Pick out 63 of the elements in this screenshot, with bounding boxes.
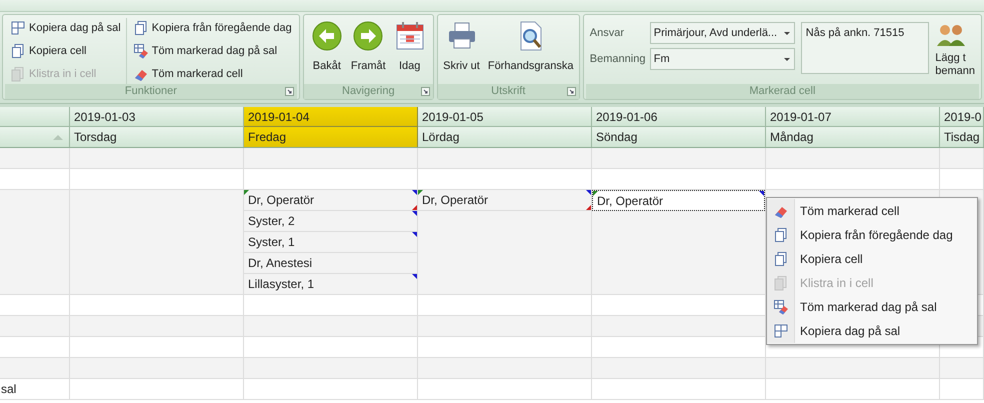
dropdown-value: Primärjour, Avd underlä...: [654, 26, 778, 41]
group-label: Markerad cell: [749, 84, 816, 100]
menu-item[interactable]: Töm markerad dag på sal: [767, 295, 977, 319]
calendar-icon: [394, 20, 426, 52]
column-header[interactable]: Fredag: [244, 127, 418, 147]
column-header[interactable]: 2019-0: [940, 107, 984, 127]
group-label: Navigering: [342, 84, 395, 100]
field-label: Ansvar: [590, 26, 626, 41]
dialog-launcher-icon[interactable]: [566, 87, 576, 96]
column-header[interactable]: 2019-01-05: [418, 107, 592, 127]
column-header[interactable]: 2019-01-07: [766, 107, 940, 127]
ribbon-button[interactable]: Förhandsgranska: [484, 18, 576, 84]
schedule-entry[interactable]: Dr, Operatör: [592, 190, 765, 211]
menu-item[interactable]: Kopiera dag på sal: [767, 319, 977, 343]
column-header[interactable]: 2019-01-03: [70, 107, 244, 127]
row-label: sal: [0, 381, 18, 398]
grid-eraser-icon: [132, 43, 149, 59]
column-header[interactable]: 2019-01-04: [244, 107, 418, 127]
column-header[interactable]: Tisdag: [940, 127, 984, 147]
dialog-launcher-icon[interactable]: [420, 87, 430, 96]
ribbon-button[interactable]: Töm markerad dag på sal: [132, 41, 293, 61]
caret-icon: [784, 58, 790, 60]
grid-eraser-icon: [772, 299, 788, 315]
ribbon-button[interactable]: Kopiera dag på sal: [9, 18, 122, 38]
sort-arrow-icon: [53, 134, 63, 140]
caret-icon: [784, 32, 790, 34]
column-header[interactable]: Måndag: [766, 127, 940, 147]
menu-item[interactable]: Kopiera från föregående dag: [767, 223, 977, 247]
schedule-entry[interactable]: Dr, Operatör: [244, 190, 417, 211]
ribbon-button[interactable]: Bakåt: [308, 18, 346, 84]
dropdown[interactable]: Fm: [650, 48, 795, 70]
group-label: Funktioner: [124, 84, 177, 100]
ribbon-button[interactable]: Skriv ut: [440, 18, 483, 84]
dropdown[interactable]: Primärjour, Avd underlä...: [650, 22, 795, 44]
schedule-entry[interactable]: Syster, 2: [244, 211, 417, 232]
layout-icon: [10, 20, 26, 36]
column-header[interactable]: Söndag: [592, 127, 766, 147]
add-staff-button[interactable]: Lägg t bemann: [935, 18, 975, 84]
schedule-entry[interactable]: Syster, 1: [244, 232, 417, 253]
ribbon-button[interactable]: Töm markerad cell: [132, 64, 293, 84]
copy-icon: [772, 251, 788, 267]
column-header[interactable]: 2019-01-06: [592, 107, 766, 127]
ribbon-button[interactable]: Framåt: [348, 18, 389, 84]
dialog-launcher-icon[interactable]: [284, 87, 294, 96]
ribbon-button[interactable]: Kopiera cell: [9, 41, 122, 61]
copy-icon: [132, 20, 149, 36]
layout-icon: [772, 323, 788, 339]
copy-icon: [10, 43, 26, 59]
menu-item[interactable]: Kopiera cell: [767, 247, 977, 271]
column-header[interactable]: Lördag: [418, 127, 592, 147]
ribbon-button[interactable]: Kopiera från föregående dag: [132, 18, 293, 38]
column-header: [0, 107, 70, 127]
group-label: Utskrift: [491, 84, 526, 100]
dropdown-value: Fm: [654, 52, 670, 67]
note-field[interactable]: Nås på ankn. 71515: [800, 22, 930, 74]
ribbon-button[interactable]: Idag: [390, 18, 429, 84]
paste-icon: [772, 275, 788, 291]
field-label: Bemanning: [590, 52, 646, 67]
menu-item[interactable]: Töm markerad cell: [767, 199, 977, 223]
copy-icon: [772, 227, 788, 243]
paste-icon: [10, 66, 26, 82]
schedule-entry[interactable]: Dr, Anestesi: [244, 253, 417, 274]
column-header[interactable]: Torsdag: [70, 127, 244, 147]
